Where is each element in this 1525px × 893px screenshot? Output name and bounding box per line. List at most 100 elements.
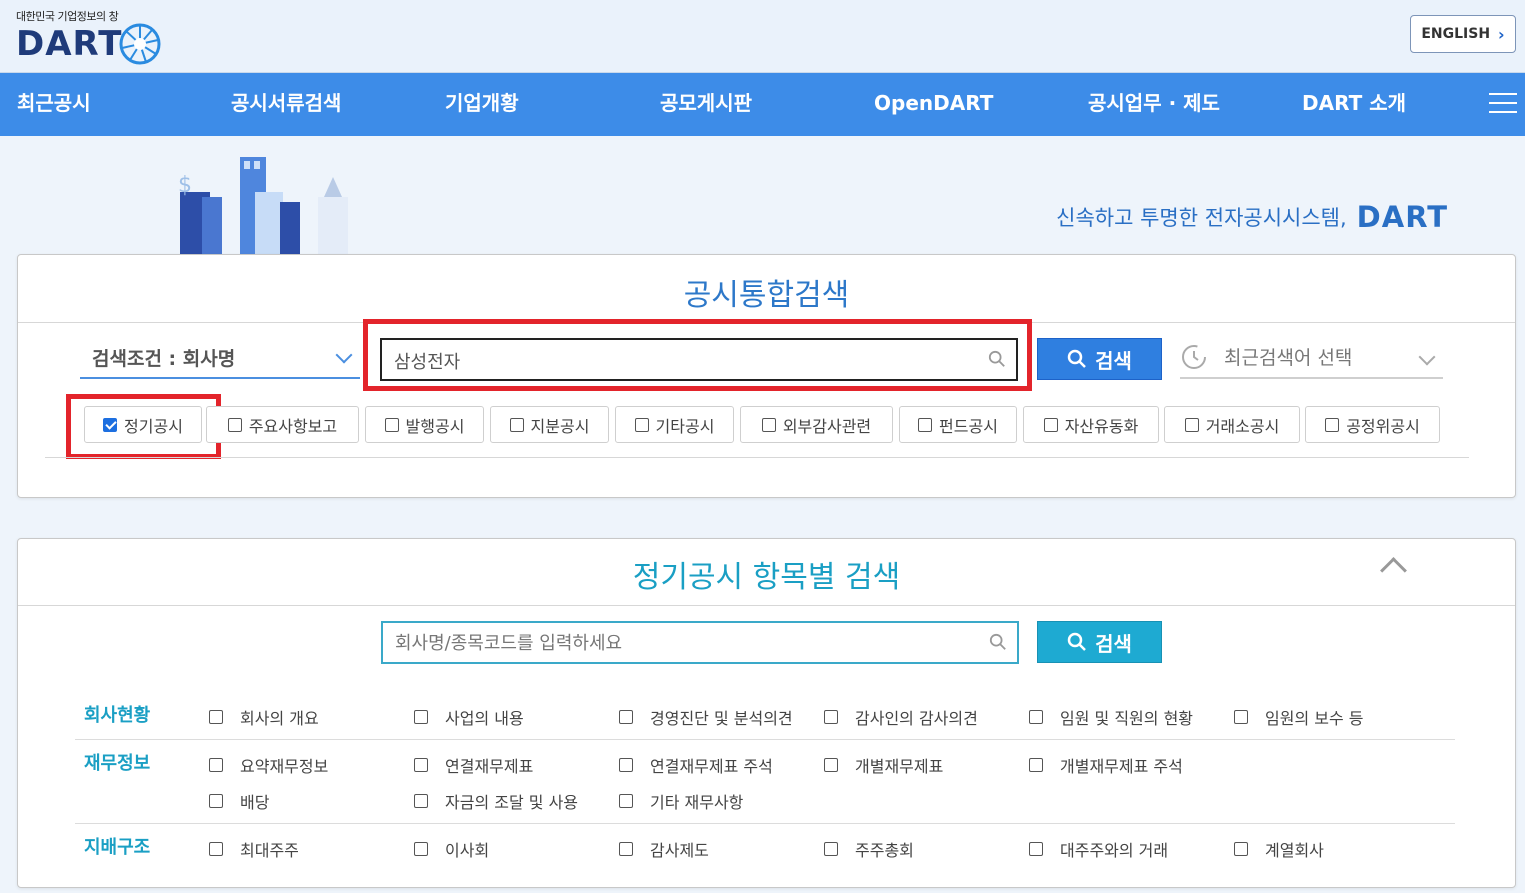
checkbox-icon — [227, 417, 242, 432]
filter-asset-securitization[interactable]: 자산유동화 — [1023, 406, 1159, 443]
checkbox-icon — [384, 417, 399, 432]
nav-item-disclosure-system[interactable]: 공시업무 · 제도 — [1088, 73, 1220, 136]
search-button[interactable]: 검색 — [1037, 338, 1162, 380]
checkbox-icon — [414, 794, 428, 808]
checkbox-icon — [209, 710, 223, 724]
option-item[interactable]: 임원 및 직원의 현황 — [1029, 705, 1193, 729]
nav-item-about-dart[interactable]: DART 소개 — [1302, 73, 1406, 136]
option-item[interactable]: 임원의 보수 등 — [1234, 705, 1364, 729]
filter-exchange[interactable]: 거래소공시 — [1164, 406, 1300, 443]
periodic-search-button[interactable]: 검색 — [1037, 621, 1162, 663]
option-label: 임원 및 직원의 현황 — [1060, 709, 1194, 728]
search-condition-label: 검색조건 : 회사명 — [92, 348, 236, 370]
section-label-financial-info: 재무정보 — [84, 753, 151, 774]
divider — [75, 739, 1455, 740]
nav-item-document-search[interactable]: 공시서류검색 — [231, 73, 341, 136]
english-label: ENGLISH — [1421, 26, 1491, 42]
periodic-search-title: 정기공시 항목별 검색 — [632, 560, 901, 595]
option-label: 개별재무제표 주석 — [1060, 757, 1183, 776]
option-item[interactable]: 주주총회 — [824, 837, 914, 861]
checkbox-icon — [824, 758, 838, 772]
option-item[interactable]: 대주주와의 거래 — [1029, 837, 1168, 861]
option-item[interactable]: 개별재무제표 주석 — [1029, 753, 1183, 777]
option-item[interactable]: 회사의 개요 — [209, 705, 319, 729]
filter-label: 주요사항보고 — [248, 416, 338, 436]
filter-issuance[interactable]: 발행공시 — [365, 406, 484, 443]
company-code-input[interactable]: 회사명/종목코드를 입력하세요 — [381, 621, 1019, 664]
checkbox-icon — [1325, 417, 1340, 432]
search-icon — [989, 633, 1006, 650]
option-label: 임원의 보수 등 — [1265, 709, 1364, 728]
nav-item-company-overview[interactable]: 기업개황 — [445, 73, 519, 136]
option-label: 감사인의 감사의견 — [855, 709, 978, 728]
filter-ftc[interactable]: 공정위공시 — [1305, 406, 1440, 443]
section-label-company-status: 회사현황 — [84, 705, 151, 726]
option-label: 자금의 조달 및 사용 — [445, 793, 579, 812]
filter-major-report[interactable]: 주요사항보고 — [206, 406, 359, 443]
hero-banner: $ 신속하고 투명한 전자공시시스템, DART — [0, 137, 1525, 257]
search-condition-select[interactable]: 검색조건 : 회사명 — [80, 341, 360, 379]
checkbox-icon — [619, 842, 633, 856]
recent-search-select[interactable]: 최근검색어 선택 — [1180, 341, 1443, 379]
option-item[interactable]: 계열회사 — [1234, 837, 1324, 861]
option-label: 기타 재무사항 — [650, 793, 744, 812]
checkbox-icon — [824, 842, 838, 856]
filter-label: 공정위공시 — [1346, 416, 1420, 436]
checkbox-icon — [414, 710, 428, 724]
checkbox-icon — [1184, 417, 1199, 432]
filter-fund[interactable]: 펀드공시 — [899, 406, 1017, 443]
option-item[interactable]: 경영진단 및 분석의견 — [619, 705, 793, 729]
filter-external-audit[interactable]: 외부감사관련 — [740, 406, 893, 443]
filter-label: 외부감사관련 — [782, 416, 872, 436]
option-item[interactable]: 배당 — [209, 789, 269, 813]
option-item[interactable]: 개별재무제표 — [824, 753, 943, 777]
english-button[interactable]: ENGLISH › — [1410, 15, 1516, 53]
option-label: 회사의 개요 — [240, 709, 319, 728]
filter-other[interactable]: 기타공시 — [615, 406, 734, 443]
checkbox-icon — [1029, 710, 1043, 724]
integrated-search-panel: 공시통합검색 검색조건 : 회사명 삼성전자 검색 최근검색어 선택 정기공시 … — [17, 254, 1516, 498]
option-item[interactable]: 감사인의 감사의견 — [824, 705, 978, 729]
checkbox-icon — [1234, 842, 1248, 856]
option-item[interactable]: 사업의 내용 — [414, 705, 524, 729]
checkbox-icon — [824, 710, 838, 724]
hero-tagline-brand: DART — [1356, 200, 1448, 234]
filter-equity[interactable]: 지분공시 — [490, 406, 609, 443]
checkbox-icon — [634, 417, 649, 432]
nav-item-recent-disclosure[interactable]: 최근공시 — [17, 73, 91, 136]
filter-label: 거래소공시 — [1205, 416, 1280, 436]
checkbox-icon — [1234, 710, 1248, 724]
divider — [75, 823, 1455, 824]
option-item[interactable]: 최대주주 — [209, 837, 299, 861]
option-label: 개별재무제표 — [855, 757, 944, 776]
option-label: 연결재무제표 주석 — [650, 757, 773, 776]
option-label: 감사제도 — [650, 841, 709, 860]
checkbox-icon — [209, 758, 223, 772]
company-search-input[interactable]: 삼성전자 — [380, 338, 1018, 381]
option-item[interactable]: 이사회 — [414, 837, 489, 861]
option-label: 최대주주 — [240, 841, 299, 860]
nav-item-opendart[interactable]: OpenDART — [874, 73, 993, 136]
checkbox-icon — [619, 758, 633, 772]
option-item[interactable]: 요약재무정보 — [209, 753, 328, 777]
filter-label: 발행공시 — [405, 416, 465, 436]
option-label: 사업의 내용 — [445, 709, 524, 728]
option-item[interactable]: 기타 재무사항 — [619, 789, 743, 813]
hero-tagline: 신속하고 투명한 전자공시시스템, — [1056, 206, 1347, 230]
filter-periodic[interactable]: 정기공시 — [84, 406, 202, 443]
option-item[interactable]: 자금의 조달 및 사용 — [414, 789, 578, 813]
option-item[interactable]: 연결재무제표 주석 — [619, 753, 773, 777]
search-button-label: 검색 — [1095, 631, 1132, 656]
svg-text:$: $ — [178, 173, 192, 198]
dart-logo[interactable]: 대한민국 기업정보의 창 DART — [16, 8, 162, 66]
checkbox-icon — [1029, 758, 1043, 772]
menu-icon[interactable] — [1489, 93, 1517, 115]
option-label: 이사회 — [445, 841, 490, 860]
search-icon — [988, 350, 1005, 367]
option-item[interactable]: 감사제도 — [619, 837, 709, 861]
section-label-governance: 지배구조 — [84, 837, 151, 858]
checkbox-icon — [509, 417, 524, 432]
option-item[interactable]: 연결재무제표 — [414, 753, 533, 777]
nav-item-offering-board[interactable]: 공모게시판 — [660, 73, 752, 136]
option-label: 주주총회 — [855, 841, 914, 860]
